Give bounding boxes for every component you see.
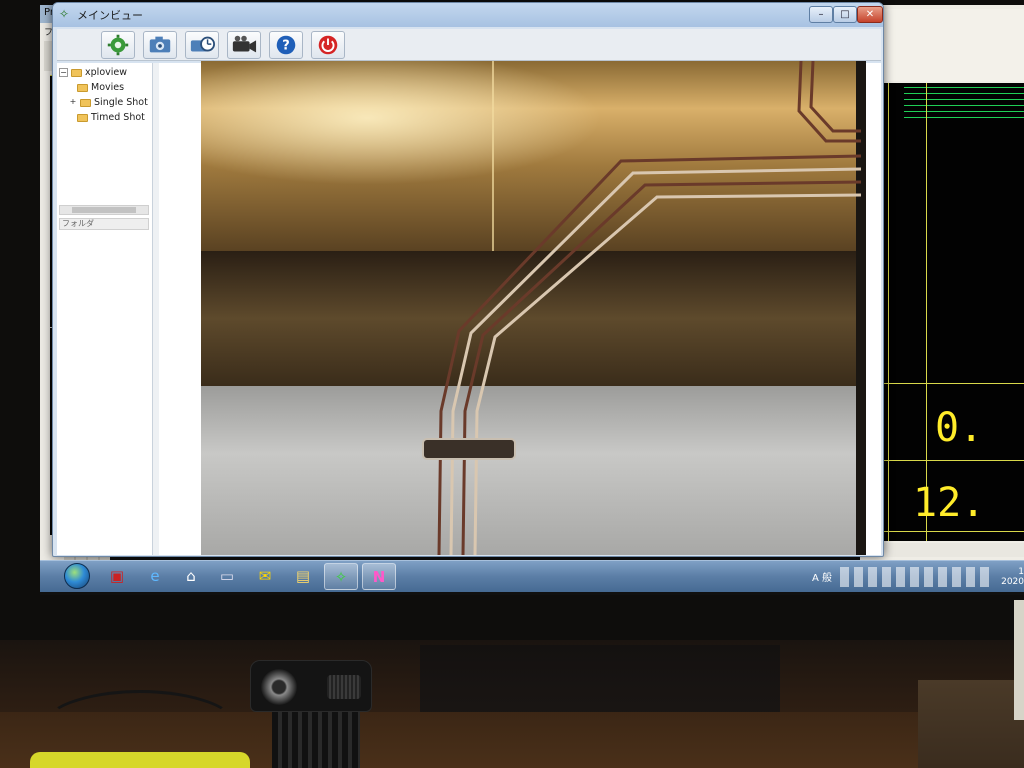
- home-icon: ⌂: [186, 567, 196, 585]
- taskbar-pin-app[interactable]: ▣: [100, 563, 134, 590]
- webcam-grill: [327, 675, 361, 699]
- taskbar-pin-xploview[interactable]: ✧: [324, 563, 358, 590]
- taskbar-pin-computer[interactable]: ▭: [210, 563, 244, 590]
- tray-icons[interactable]: [840, 567, 990, 587]
- cad-guide-line: [888, 83, 889, 541]
- tree-item-single-shot[interactable]: + Single Shot: [59, 95, 151, 110]
- cad-canvas: [880, 83, 1024, 541]
- close-button[interactable]: ✕: [857, 6, 883, 23]
- tray-clock[interactable]: 1 2020: [996, 567, 1024, 587]
- timed-shot-button[interactable]: [185, 31, 219, 59]
- folder-tree: − xploview Movies + Single Shot Timed Sh…: [59, 65, 151, 125]
- camera-image: [201, 61, 866, 555]
- maximize-icon: □: [840, 9, 850, 20]
- dark-border-right: [856, 61, 866, 555]
- cad-guide-line: [926, 83, 927, 541]
- gear-icon: [107, 34, 129, 56]
- cad-toolbar-area: [880, 9, 1024, 81]
- scrollbar-thumb[interactable]: [72, 207, 136, 213]
- record-movie-button[interactable]: [227, 31, 261, 59]
- start-button[interactable]: [64, 563, 90, 589]
- main-view-window: ✧ メインビュー – □ ✕ ? − xploview Movies + Sin…: [52, 2, 884, 557]
- taskbar-pin-explorer[interactable]: ▤: [286, 563, 320, 590]
- computer-icon: ▭: [219, 567, 235, 585]
- folder-icon: [77, 83, 88, 92]
- tree-item-label: Timed Shot: [91, 112, 145, 123]
- microscope-live-view: [201, 61, 866, 555]
- folder-icon: ▤: [295, 567, 311, 585]
- tree-item-movies[interactable]: Movies: [59, 80, 151, 95]
- pane-splitter[interactable]: [153, 63, 159, 555]
- taskbar-pin-mail[interactable]: ✉: [248, 563, 282, 590]
- webcam-mount: [272, 712, 360, 768]
- folder-icon: [77, 113, 88, 122]
- taskbar-pin-nc[interactable]: N: [362, 563, 396, 590]
- mail-icon: ✉: [258, 567, 272, 585]
- cad-readout-1: 0.: [935, 405, 984, 451]
- yellow-device: [30, 752, 250, 768]
- power-icon: [318, 35, 338, 55]
- taskbar-pin-home[interactable]: ⌂: [174, 563, 208, 590]
- folder-icon: [80, 98, 92, 107]
- system-tray: A 般 1 2020: [796, 565, 1024, 589]
- cad-readout-2: 12.: [913, 480, 986, 526]
- internet-explorer-icon: e: [150, 567, 160, 585]
- tree-item-label: Single Shot: [94, 97, 148, 108]
- photo-camera-icon: [149, 36, 171, 53]
- window-title-bar[interactable]: ✧ メインビュー – □ ✕: [53, 3, 883, 27]
- collapse-icon[interactable]: −: [59, 68, 68, 77]
- tree-item-label: xploview: [85, 67, 128, 78]
- help-icon: ?: [276, 35, 296, 55]
- cad-guide-line: [880, 383, 1024, 384]
- cad-green-trace: [904, 87, 1024, 123]
- minimize-button[interactable]: –: [809, 6, 833, 23]
- app-logo-icon: ✧: [59, 7, 70, 21]
- silver-substrate-region: [201, 386, 866, 555]
- tree-item-root[interactable]: − xploview: [59, 65, 151, 80]
- solder-pad: [422, 438, 516, 460]
- main-toolbar: ?: [57, 29, 881, 61]
- tree-horizontal-scrollbar[interactable]: [59, 205, 149, 215]
- ime-indicator[interactable]: A 般: [812, 569, 832, 584]
- help-button[interactable]: ?: [269, 31, 303, 59]
- cad-guide-line: [880, 460, 1024, 461]
- xploview-icon: ✧: [334, 568, 348, 586]
- video-camera-icon: [232, 35, 257, 53]
- expand-icon[interactable]: +: [69, 98, 77, 107]
- app-icon: ▣: [109, 567, 125, 585]
- windows-taskbar: ▣ e ⌂ ▭ ✉ ▤ ✧ N A 般 1 2020: [40, 560, 1024, 592]
- svg-text:?: ?: [282, 39, 290, 54]
- timer-camera-icon: [190, 36, 215, 52]
- maximize-button[interactable]: □: [833, 6, 857, 23]
- taskbar-pin-ie[interactable]: e: [138, 563, 172, 590]
- folder-tree-pane: − xploview Movies + Single Shot Timed Sh…: [57, 63, 153, 555]
- minimize-icon: –: [818, 9, 824, 20]
- cad-statusbar: [880, 543, 1024, 557]
- tree-footer-label: フォルダ: [59, 218, 149, 230]
- glare-highlight: [201, 61, 866, 251]
- exit-button[interactable]: [311, 31, 345, 59]
- webcam: [250, 660, 372, 712]
- tree-item-label: Movies: [91, 82, 125, 93]
- desk-rail: [1014, 600, 1024, 720]
- window-title: メインビュー: [77, 9, 143, 22]
- webcam-lens: [261, 669, 297, 705]
- cad-guide-line: [880, 531, 1024, 532]
- folder-icon: [71, 68, 83, 77]
- single-shot-button[interactable]: [143, 31, 177, 59]
- nc-app-icon: N: [372, 568, 386, 586]
- close-icon: ✕: [865, 9, 875, 20]
- tree-item-timed-shot[interactable]: Timed Shot: [59, 110, 151, 125]
- desk-box: [918, 680, 1024, 768]
- settings-button[interactable]: [101, 31, 135, 59]
